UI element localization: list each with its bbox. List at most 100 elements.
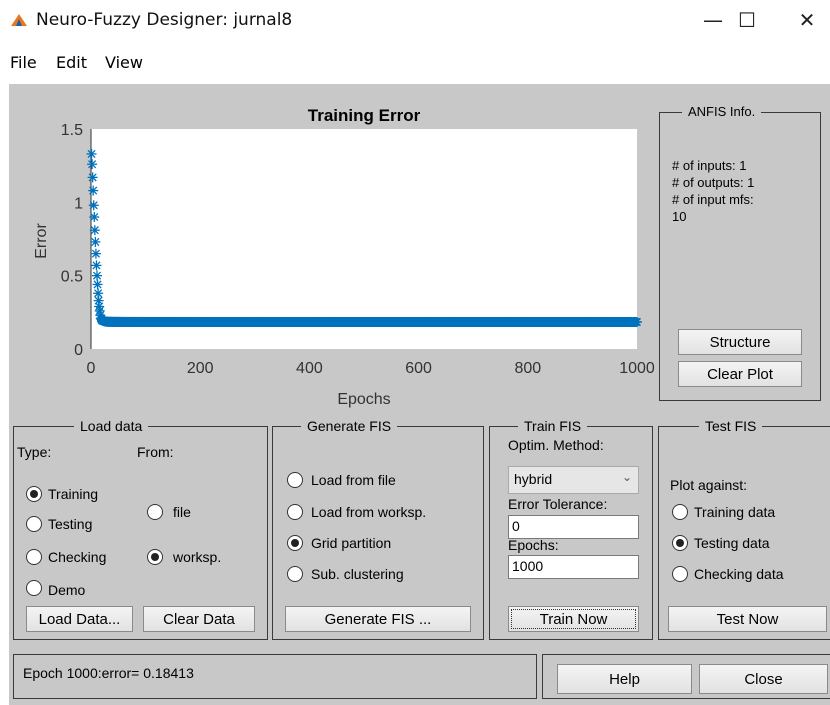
data-point (91, 260, 102, 271)
data-point (90, 248, 101, 259)
x-tick-label: 400 (296, 360, 323, 377)
label-training-data: Training data (694, 504, 776, 520)
train-fis-panel: Train FIS Optim. Method: hybrid ⌄ Error … (489, 418, 653, 640)
label-testing: Testing (48, 516, 93, 532)
menu-edit[interactable]: Edit (56, 53, 87, 72)
anfis-inputs: # of inputs: 1 (672, 158, 747, 173)
training-error-plot: Training Error Error Epochs 1.5 1 0.5 0 0 20… (33, 106, 655, 408)
plot-against-label: Plot against: (670, 477, 748, 493)
data-point (90, 236, 101, 247)
label-sub-clustering: Sub. clustering (311, 566, 404, 582)
data-point (88, 185, 99, 196)
label-from-file: file (173, 504, 191, 520)
radio-checking-data[interactable] (672, 566, 688, 582)
label-checking-data: Checking data (694, 566, 784, 582)
plot-area (91, 129, 637, 349)
radio-demo[interactable] (26, 580, 42, 596)
load-data-panel: Load data Type: From: Training Testing C… (13, 418, 268, 640)
anfis-info-panel: ANFIS Info. # of inputs: 1 # of outputs:… (659, 104, 821, 401)
train-now-button[interactable]: Train Now (508, 606, 639, 632)
data-point (86, 148, 97, 159)
radio-testing-data[interactable] (672, 535, 688, 551)
data-point (632, 316, 642, 327)
radio-training[interactable] (26, 486, 42, 502)
generate-fis-title: Generate FIS (301, 418, 398, 434)
epochs-input[interactable]: 1000 (508, 555, 639, 579)
help-button[interactable]: Help (557, 664, 692, 694)
y-axis-label: Error (33, 223, 50, 259)
generate-fis-panel: Generate FIS Load from file Load from wo… (272, 418, 484, 640)
chevron-down-icon: ⌄ (621, 470, 632, 484)
y-tick-labels: 1.5 1 0.5 0 (61, 122, 83, 359)
anfis-info-title: ANFIS Info. (682, 104, 762, 119)
radio-load-from-file[interactable] (287, 472, 303, 488)
epochs-label: Epochs: (508, 537, 559, 553)
status-text: Epoch 1000:error= 0.18413 (23, 665, 194, 681)
label-checking: Checking (48, 549, 107, 565)
data-point (89, 212, 100, 222)
status-panel: Epoch 1000:error= 0.18413 (13, 654, 537, 699)
structure-button[interactable]: Structure (678, 329, 802, 355)
x-tick-label: 800 (514, 360, 541, 377)
load-data-button[interactable]: Load Data... (26, 606, 133, 632)
optim-method-label: Optim. Method: (508, 437, 604, 453)
data-point (88, 200, 99, 211)
label-training: Training (48, 486, 99, 502)
designer-workspace: Training Error Error Epochs 1.5 1 0.5 0 0 20… (9, 84, 830, 705)
label-from-workspace: worksp. (173, 549, 222, 565)
optim-method-value: hybrid (514, 471, 553, 487)
load-data-title: Load data (74, 418, 149, 434)
anfis-mfs-value: 10 (672, 209, 687, 224)
x-axis-label: Epochs (337, 391, 390, 408)
data-point (87, 172, 98, 183)
close-button[interactable]: Close (699, 664, 828, 694)
optim-method-select[interactable]: hybrid ⌄ (508, 466, 639, 494)
radio-load-from-workspace[interactable] (287, 504, 303, 520)
window-title: Neuro-Fuzzy Designer: jurnal8 (36, 10, 293, 30)
radio-checking[interactable] (26, 549, 42, 565)
test-fis-panel: Test FIS Plot against: Training data Tes… (658, 418, 830, 640)
test-now-button[interactable]: Test Now (668, 606, 827, 632)
y-tick-label: 1.5 (61, 122, 83, 139)
from-label: From: (137, 444, 174, 460)
menu-file[interactable]: File (10, 53, 37, 72)
label-testing-data: Testing data (694, 535, 770, 551)
data-point (87, 159, 98, 170)
plot-title: Training Error (308, 106, 421, 125)
data-point (92, 270, 103, 281)
clear-data-button[interactable]: Clear Data (143, 606, 255, 632)
maximize-icon[interactable]: ☐ (724, 4, 770, 36)
radio-from-workspace[interactable] (147, 549, 163, 565)
generate-fis-button[interactable]: Generate FIS ... (285, 606, 471, 632)
action-panel: Help Close (542, 654, 830, 699)
x-tick-label: 200 (187, 360, 214, 377)
test-fis-title: Test FIS (699, 418, 763, 434)
y-tick-label: 1 (74, 195, 83, 212)
radio-sub-clustering[interactable] (287, 566, 303, 582)
error-tolerance-input[interactable]: 0 (508, 515, 639, 539)
x-tick-labels: 0 200 400 600 800 1000 (87, 360, 655, 377)
train-fis-title: Train FIS (518, 418, 588, 434)
x-tick-label: 0 (87, 360, 96, 377)
data-point (89, 225, 100, 236)
label-load-from-workspace: Load from worksp. (311, 504, 427, 520)
label-grid-partition: Grid partition (311, 535, 392, 551)
error-tolerance-label: Error Tolerance: (508, 496, 608, 512)
radio-training-data[interactable] (672, 504, 688, 520)
x-tick-label: 1000 (619, 360, 655, 377)
radio-testing[interactable] (26, 516, 42, 532)
clear-plot-button[interactable]: Clear Plot (678, 361, 802, 387)
anfis-outputs: # of outputs: 1 (672, 175, 755, 190)
close-window-icon[interactable]: ✕ (784, 4, 830, 36)
label-load-from-file: Load from file (311, 472, 396, 488)
radio-from-file[interactable] (147, 504, 163, 520)
menu-bar: File Edit View (0, 48, 830, 76)
matlab-icon (11, 14, 27, 26)
data-point (92, 279, 103, 290)
menu-view[interactable]: View (105, 53, 143, 72)
y-tick-label: 0 (74, 342, 83, 359)
radio-grid-partition[interactable] (287, 535, 303, 551)
type-label: Type: (17, 444, 52, 460)
title-bar: Neuro-Fuzzy Designer: jurnal8 — ☐ ✕ (0, 0, 830, 42)
y-tick-label: 0.5 (61, 269, 83, 286)
